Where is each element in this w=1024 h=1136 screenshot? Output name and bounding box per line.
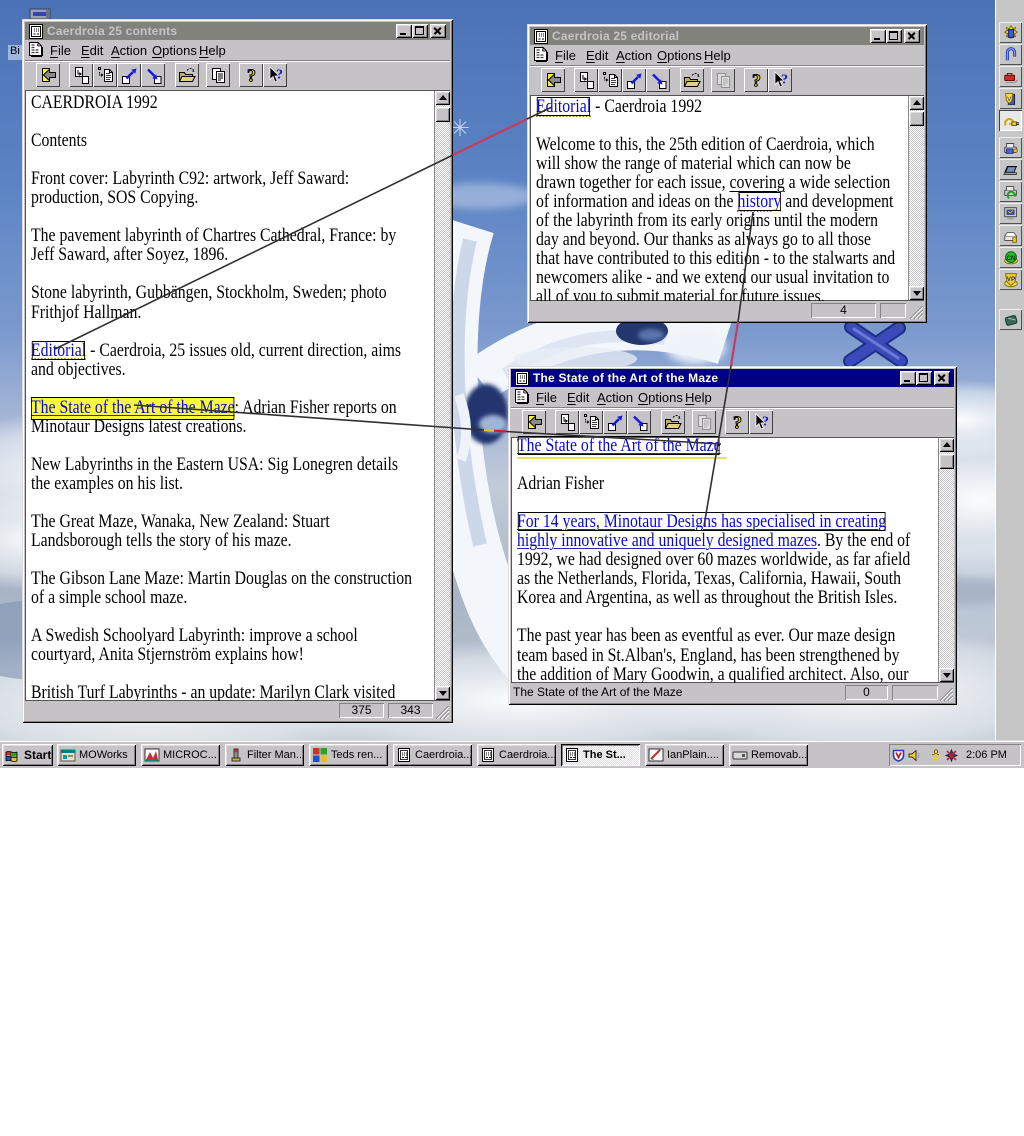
svg-text:?: ? xyxy=(752,71,761,90)
svg-text:VP: VP xyxy=(1006,275,1014,282)
svg-text:?: ? xyxy=(733,413,742,432)
svg-text:V: V xyxy=(1007,95,1012,102)
svg-text:CN: CN xyxy=(1006,254,1016,261)
svg-text:?: ? xyxy=(247,66,256,85)
